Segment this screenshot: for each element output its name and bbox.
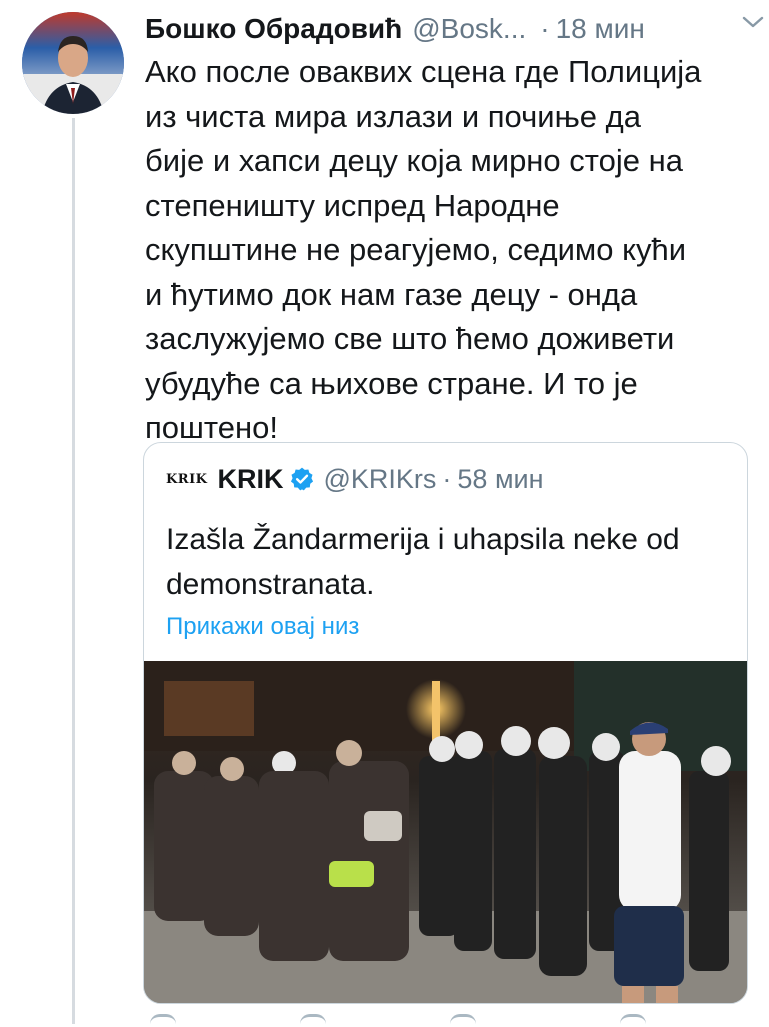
quoted-tweet-header: KRIK KRIK @KRIKrs · 58 мин	[166, 459, 544, 499]
show-thread-link[interactable]: Прикажи овај низ	[166, 613, 359, 641]
protest-photo	[144, 661, 747, 1003]
avatar[interactable]	[22, 12, 124, 114]
thread-connector-line	[72, 118, 75, 1024]
separator-dot: ·	[540, 13, 550, 44]
author-handle[interactable]: @Bosk...	[412, 13, 526, 45]
tweet-action-bar	[140, 1014, 740, 1024]
author-name[interactable]: Бошко Обрадовић	[145, 13, 402, 45]
tweet-text: Ако после оваквих сцена где Полиција из …	[145, 54, 702, 445]
chevron-down-icon[interactable]	[741, 12, 765, 32]
quoted-author-name[interactable]: KRIK	[217, 464, 283, 495]
quoted-tweet-card[interactable]: KRIK KRIK @KRIKrs · 58 мин Izašla Žandar…	[143, 442, 748, 1004]
tweet-header: Бошко Обрадовић @Bosk... · 18 мин	[145, 8, 749, 50]
quoted-tweet-media[interactable]	[144, 661, 747, 1003]
avatar-image	[22, 12, 124, 114]
like-icon[interactable]	[450, 1014, 476, 1027]
krik-logo: KRIK	[166, 471, 208, 487]
separator-dot: ·	[442, 463, 452, 494]
retweet-icon[interactable]	[300, 1014, 326, 1027]
verified-badge-icon	[291, 467, 314, 491]
quoted-tweet-text: Izašla Žandarmerija i uhapsila neke od d…	[166, 523, 680, 601]
reply-icon[interactable]	[150, 1014, 176, 1027]
share-icon[interactable]	[620, 1014, 646, 1027]
quoted-author-handle[interactable]: @KRIKrs	[323, 464, 436, 495]
quoted-tweet-timestamp[interactable]: 58 мин	[457, 464, 543, 495]
tweet-timestamp[interactable]: 18 мин	[556, 13, 645, 45]
